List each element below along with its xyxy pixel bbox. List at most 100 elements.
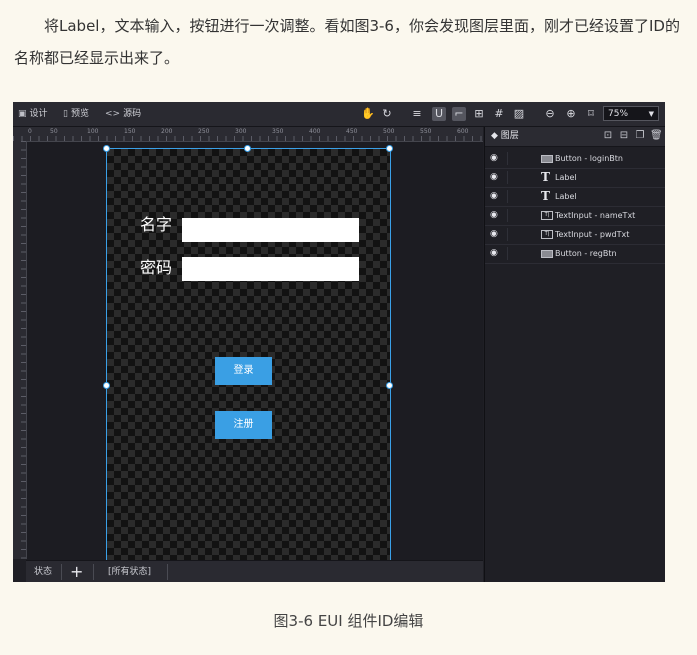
add-state-button[interactable]: + — [70, 561, 83, 582]
layer-name: Label — [555, 192, 577, 201]
ruler-label: 400 — [309, 128, 321, 135]
figure-caption: 图3-6 EUI 组件ID编辑 — [273, 612, 424, 630]
align-icon[interactable]: ≡ — [410, 107, 424, 121]
divider — [167, 564, 168, 580]
preview-icon: ▯ — [63, 109, 68, 119]
layer-name: TextInput - nameTxt — [555, 211, 636, 220]
layer-name: Button - loginBtn — [555, 154, 623, 163]
ruler-label: 0 — [28, 128, 32, 135]
eye-icon[interactable]: ◉ — [490, 206, 498, 225]
layer-name: Button - regBtn — [555, 249, 617, 258]
design-stage[interactable]: 名字 密码 登录 注册 — [27, 142, 483, 560]
resize-handle[interactable] — [386, 145, 393, 152]
editor-toolbar: ▣ 设计 ▯ 预览 <> 源码 ✋ ↻ ≡ U ⌐ ⊞ # ▨ ⊖ ⊕ ⌑ 75% ▼ — [13, 102, 665, 127]
ruler-label: 350 — [272, 128, 284, 135]
state-tab[interactable]: 状态 — [34, 561, 52, 582]
guides-icon[interactable]: # — [492, 107, 506, 121]
password-label[interactable]: 密码 — [140, 258, 172, 278]
textinput-type-icon: T| — [541, 230, 553, 239]
design-icon: ▣ — [18, 109, 27, 119]
ruler-label: 550 — [420, 128, 432, 135]
preview-tab[interactable]: ▯ 预览 — [63, 102, 89, 126]
lock-slot[interactable] — [507, 228, 521, 241]
layer-name: TextInput - pwdTxt — [555, 230, 630, 239]
divider — [61, 564, 62, 580]
lock-slot[interactable] — [507, 171, 521, 184]
lock-slot[interactable] — [507, 190, 521, 203]
layer-name: Label — [555, 173, 577, 182]
refresh-icon[interactable]: ↻ — [380, 107, 394, 121]
ruler-label: 200 — [161, 128, 173, 135]
group-icon[interactable]: ⊡ — [602, 130, 614, 142]
ruler-label: 250 — [198, 128, 210, 135]
eye-icon[interactable]: ◉ — [490, 244, 498, 263]
fit-screen-icon[interactable]: ⌑ — [584, 107, 598, 121]
chevron-down-icon: ▼ — [648, 110, 654, 118]
password-text-input[interactable] — [182, 257, 359, 281]
layers-icon: ◆ — [491, 131, 498, 141]
magnet-icon[interactable]: U — [432, 107, 446, 121]
button-type-icon — [541, 155, 553, 163]
login-button[interactable]: 登录 — [215, 357, 272, 385]
ruler-label: 600 — [457, 128, 469, 135]
ruler-toggle-icon[interactable]: ⌐ — [452, 107, 466, 121]
trash-icon[interactable]: 🗑 — [650, 130, 663, 142]
textinput-type-icon: T| — [541, 211, 553, 220]
code-icon: <> — [105, 109, 121, 119]
eye-icon[interactable]: ◉ — [490, 149, 498, 168]
lock-slot[interactable] — [507, 247, 521, 260]
eye-icon[interactable]: ◉ — [490, 187, 498, 206]
resize-handle[interactable] — [103, 145, 110, 152]
eye-icon[interactable]: ◉ — [490, 168, 498, 187]
source-tab[interactable]: <> 源码 — [105, 102, 141, 126]
grid-icon[interactable]: ⊞ — [472, 107, 486, 121]
button-type-icon — [541, 250, 553, 258]
resize-handle[interactable] — [244, 145, 251, 152]
ruler-vertical — [13, 141, 27, 559]
layers-panel: ◆ 图层 ⊡ ⊟ ❐ 🗑 ◉ Button - loginBtn ◉ T Lab… — [484, 127, 665, 582]
register-button[interactable]: 注册 — [215, 411, 272, 439]
lock-slot[interactable] — [507, 209, 521, 222]
resize-handle[interactable] — [103, 382, 110, 389]
label-type-icon: T — [541, 170, 550, 184]
layers-title: ◆ 图层 — [491, 127, 519, 146]
ruler-label: 50 — [50, 128, 58, 135]
eye-icon[interactable]: ◉ — [490, 225, 498, 244]
layer-item[interactable]: ◉ T| TextInput - nameTxt — [485, 206, 665, 226]
image-icon[interactable]: ▨ — [512, 107, 526, 121]
layers-panel-header: ◆ 图层 ⊡ ⊟ ❐ 🗑 — [485, 127, 665, 147]
copy-icon[interactable]: ❐ — [634, 130, 646, 142]
zoom-select[interactable]: 75% ▼ — [603, 106, 659, 121]
eui-editor-screenshot: ▣ 设计 ▯ 预览 <> 源码 ✋ ↻ ≡ U ⌐ ⊞ # ▨ ⊖ ⊕ ⌑ 75% ▼… — [13, 102, 665, 582]
state-bar: 状态 + [所有状态] — [26, 560, 483, 582]
lock-slot[interactable] — [507, 152, 521, 165]
skin-canvas[interactable]: 名字 密码 登录 注册 — [106, 148, 391, 560]
divider — [93, 564, 94, 580]
layer-item[interactable]: ◉ T Label — [485, 168, 665, 188]
ruler-label: 500 — [383, 128, 395, 135]
all-states-tab[interactable]: [所有状态] — [108, 561, 151, 582]
design-tab[interactable]: ▣ 设计 — [18, 102, 48, 126]
ungroup-icon[interactable]: ⊟ — [618, 130, 630, 142]
name-label[interactable]: 名字 — [140, 215, 172, 235]
layers-title-text: 图层 — [500, 131, 519, 141]
ruler-label: 150 — [124, 128, 136, 135]
design-label: 设计 — [29, 109, 48, 119]
resize-handle[interactable] — [386, 382, 393, 389]
article-paragraph: 将Label，文本输入，按钮进行一次调整。看如图3-6，你会发现图层里面，刚才已… — [14, 17, 680, 67]
layer-item[interactable]: ◉ Button - loginBtn — [485, 149, 665, 169]
zoom-value: 75% — [608, 109, 629, 119]
layer-item[interactable]: ◉ T Label — [485, 187, 665, 207]
preview-label: 预览 — [70, 109, 89, 119]
name-text-input[interactable] — [182, 218, 359, 242]
hand-tool-icon[interactable]: ✋ — [361, 107, 375, 121]
layer-item[interactable]: ◉ Button - regBtn — [485, 244, 665, 264]
ruler-label: 450 — [346, 128, 358, 135]
ruler-label: 300 — [235, 128, 247, 135]
source-label: 源码 — [123, 109, 142, 119]
ruler-label: 100 — [87, 128, 99, 135]
zoom-in-icon[interactable]: ⊕ — [564, 107, 578, 121]
zoom-out-icon[interactable]: ⊖ — [543, 107, 557, 121]
ruler-horizontal: 0 50 100 150 200 250 300 350 400 450 500… — [13, 127, 483, 142]
layer-item[interactable]: ◉ T| TextInput - pwdTxt — [485, 225, 665, 245]
